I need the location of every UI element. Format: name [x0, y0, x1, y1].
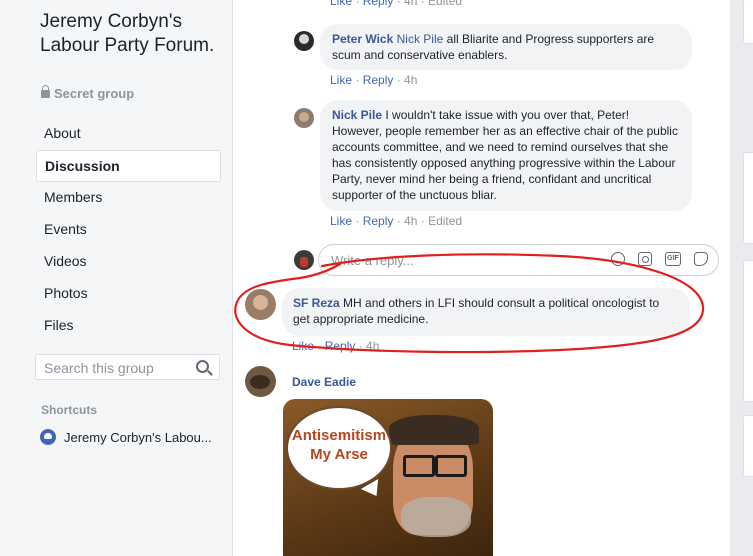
comment-text: MH and others in LFI should consult a po… — [293, 296, 660, 326]
comment-bubble: Nick Pile I wouldn't take issue with you… — [320, 100, 692, 211]
comment-time: 4h — [366, 339, 380, 353]
nav-events[interactable]: Events — [36, 214, 221, 246]
meme-text-line2: My Arse — [310, 446, 368, 463]
reply-link[interactable]: Reply — [363, 0, 394, 8]
comment-time: 4h — [404, 0, 418, 8]
group-search — [35, 354, 220, 381]
group-title[interactable]: Jeremy Corbyn's Labour Party Forum. — [40, 10, 225, 58]
sticker-icon[interactable] — [694, 252, 708, 266]
glasses-lens-left — [403, 455, 435, 477]
right-card — [743, 415, 753, 477]
right-card — [743, 260, 753, 402]
gif-icon[interactable]: GIF — [665, 252, 681, 266]
avatar[interactable] — [294, 31, 314, 51]
comment-author[interactable]: Nick Pile — [332, 108, 382, 122]
reply-link[interactable]: Reply — [325, 339, 356, 353]
speech-bubble: Antisemitism My Arse — [286, 406, 392, 490]
reply-input[interactable]: Write a reply... — [331, 253, 414, 268]
comment-actions-top: Like · Reply · 4h · Edited — [330, 0, 462, 8]
edited-label: Edited — [428, 214, 463, 228]
search-icon[interactable] — [196, 360, 209, 373]
camera-icon[interactable] — [638, 252, 652, 266]
right-card — [743, 152, 753, 244]
like-link[interactable]: Like — [330, 73, 352, 87]
meme-image[interactable]: Antisemitism My Arse — [283, 399, 493, 556]
hair-shape — [389, 415, 479, 445]
comment-author[interactable]: Dave Eadie — [292, 375, 356, 389]
comment-bubble: SF Reza MH and others in LFI should cons… — [282, 288, 690, 336]
reply-link[interactable]: Reply — [363, 73, 394, 87]
nav-about[interactable]: About — [36, 118, 221, 150]
lock-icon — [41, 85, 50, 98]
like-link[interactable]: Like — [292, 339, 314, 353]
beard-shape — [401, 497, 471, 537]
group-privacy: Secret group — [41, 85, 135, 101]
comment-actions: Like · Reply · 4h — [330, 73, 418, 87]
reply-link[interactable]: Reply — [363, 214, 394, 228]
like-link[interactable]: Like — [330, 0, 352, 8]
right-card — [743, 0, 753, 44]
comment-text: I wouldn't take issue with you over that… — [332, 108, 678, 202]
search-input[interactable] — [36, 355, 196, 381]
avatar[interactable] — [245, 289, 276, 320]
emoji-icon[interactable] — [611, 252, 625, 266]
edited-label: Edited — [428, 0, 463, 8]
mention-tag[interactable]: Nick Pile — [397, 32, 444, 46]
shortcuts-heading: Shortcuts — [41, 403, 98, 417]
comment-time: 4h — [404, 73, 418, 87]
comment-actions: Like · Reply · 4h — [292, 339, 380, 353]
glasses-lens-right — [435, 455, 467, 477]
nav-discussion[interactable]: Discussion — [36, 150, 221, 182]
reply-composer[interactable]: Write a reply... GIF — [318, 244, 719, 276]
comment-actions: Like · Reply · 4h · Edited — [330, 214, 463, 228]
comment-time: 4h — [404, 214, 418, 228]
comment-author[interactable]: Peter Wick — [332, 32, 393, 46]
avatar — [294, 250, 314, 270]
nav-files[interactable]: Files — [36, 310, 221, 342]
nav-videos[interactable]: Videos — [36, 246, 221, 278]
group-icon — [40, 429, 56, 445]
nav-members[interactable]: Members — [36, 182, 221, 214]
like-link[interactable]: Like — [330, 214, 352, 228]
nav-photos[interactable]: Photos — [36, 278, 221, 310]
group-privacy-label: Secret group — [54, 86, 135, 101]
group-sidebar: Jeremy Corbyn's Labour Party Forum. Secr… — [0, 0, 233, 556]
comment-author[interactable]: SF Reza — [293, 296, 340, 310]
right-column — [741, 0, 753, 556]
shortcut-item[interactable]: Jeremy Corbyn's Labou... — [40, 429, 212, 445]
comment-bubble: Peter Wick Nick Pile all Bliarite and Pr… — [320, 24, 692, 70]
group-nav: About Discussion Members Events Videos P… — [36, 118, 221, 342]
avatar[interactable] — [245, 366, 276, 397]
avatar[interactable] — [294, 108, 314, 128]
meme-text-line1: Antisemitism — [291, 427, 387, 444]
shortcut-label: Jeremy Corbyn's Labou... — [64, 430, 212, 445]
